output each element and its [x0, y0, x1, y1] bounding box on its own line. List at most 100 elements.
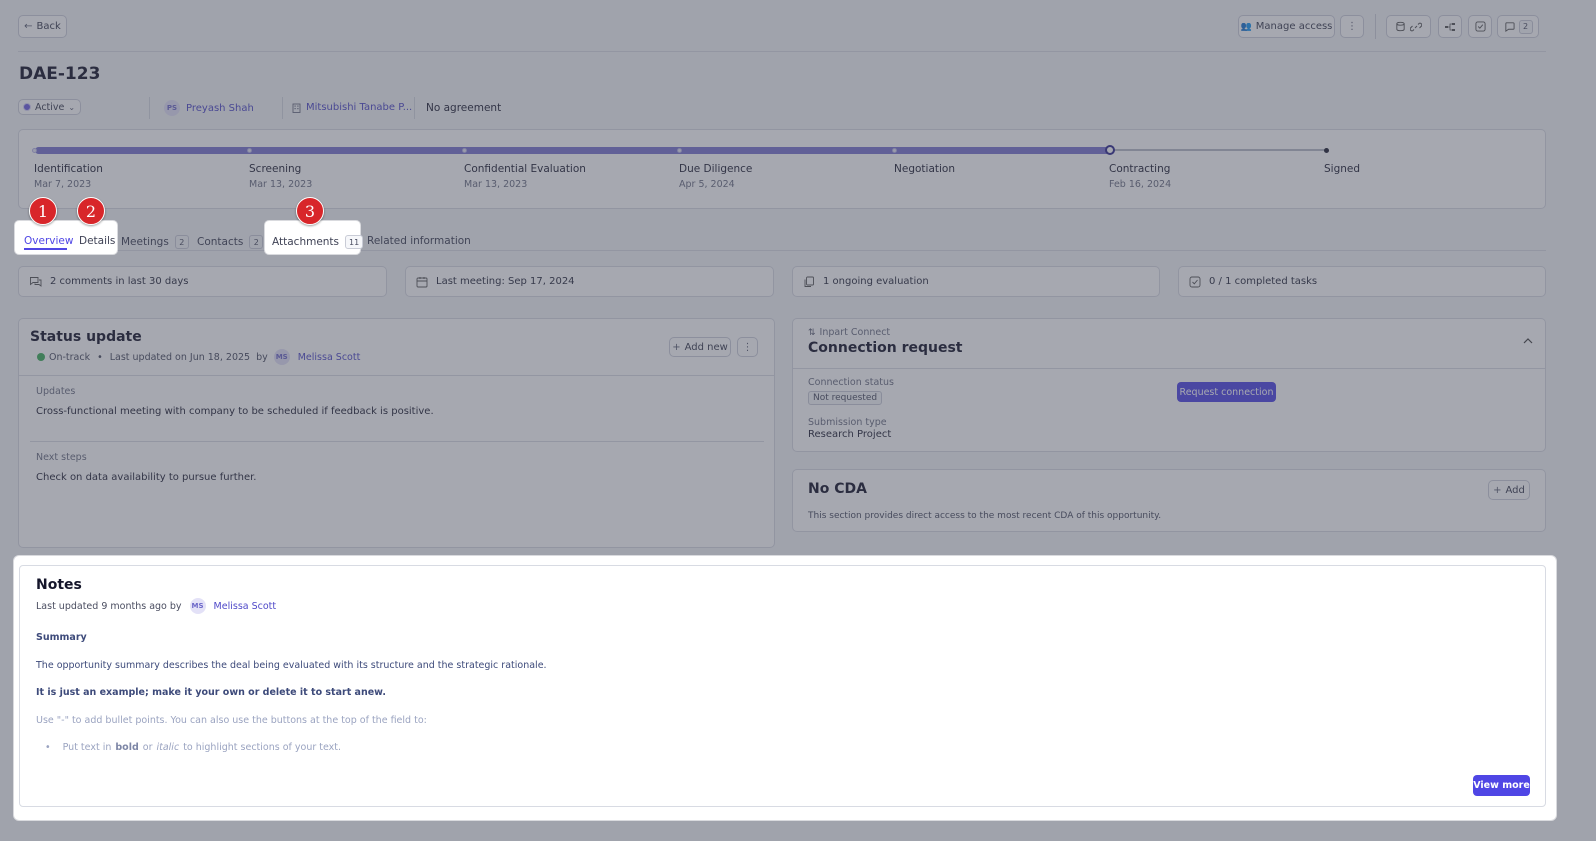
tab-meetings[interactable]: Meetings 2 [121, 235, 189, 249]
owner[interactable]: PS Preyash Shah [164, 100, 254, 116]
evaluation-text: 1 ongoing evaluation [823, 276, 929, 287]
status-update-title: Status update [30, 329, 142, 345]
workflow-button[interactable] [1438, 15, 1462, 38]
meta-divider [282, 97, 283, 119]
submission-type-label: Submission type [808, 417, 887, 428]
status-last-updated: Last updated on Jun 18, 2025 [109, 351, 251, 363]
notes-line: The opportunity summary describes the de… [36, 660, 547, 671]
stage-label: Confidential Evaluation [464, 163, 586, 175]
arrow-left-icon: ← [24, 21, 33, 32]
request-connection-button[interactable]: Request connection [1177, 382, 1276, 402]
evaluation-summary[interactable]: 1 ongoing evaluation [792, 266, 1160, 297]
notes-meta: Last updated 9 months ago by MS Melissa … [36, 598, 276, 614]
add-cda-button[interactable]: + Add [1488, 480, 1530, 500]
last-meeting-summary[interactable]: Last meeting: Sep 17, 2024 [405, 266, 774, 297]
bullet-prefix: Put text in [62, 742, 112, 753]
tab-count: 2 [174, 235, 189, 249]
comments-icon [29, 276, 42, 288]
add-cda-label: Add [1505, 484, 1525, 496]
status-author[interactable]: Melissa Scott [298, 352, 361, 363]
stage-dot-signed [1324, 148, 1329, 153]
status-header-divider [19, 375, 774, 376]
pipeline-card [18, 129, 1546, 209]
checkbox-icon [1474, 21, 1486, 32]
more-options-button[interactable]: ⋮ [1340, 15, 1364, 38]
marker-3: 3 [296, 197, 324, 225]
status-state: On-track [49, 351, 91, 363]
checkbox-icon [1189, 276, 1201, 288]
tab-details[interactable]: Details [79, 235, 115, 247]
cda-description: This section provides direct access to t… [808, 511, 1162, 521]
connection-status-badge: Not requested [808, 391, 883, 405]
manage-access-button[interactable]: 👥 Manage access [1238, 15, 1335, 38]
notes-author[interactable]: Melissa Scott [214, 601, 277, 612]
tasks-summary[interactable]: 0 / 1 completed tasks [1178, 266, 1546, 297]
comments-count: 2 [1518, 19, 1533, 34]
header-divider [18, 51, 1546, 52]
status-dropdown[interactable]: Active ⌄ [18, 99, 81, 115]
users-icon: 👥 [1240, 21, 1252, 32]
back-label: Back [36, 21, 61, 32]
collapse-toggle[interactable] [1521, 334, 1535, 348]
updates-text: Cross-functional meeting with company to… [36, 406, 434, 417]
toolbar-divider [1375, 14, 1376, 39]
tab-attachments[interactable]: Attachments 11 [272, 235, 364, 249]
owner-name: Preyash Shah [186, 102, 254, 114]
tab-contacts[interactable]: Contacts 2 [197, 235, 264, 249]
notes-line-hint: Use "-" to add bullet points. You can al… [36, 715, 427, 726]
updates-label: Updates [36, 386, 76, 397]
comments-summary[interactable]: 2 comments in last 30 days [18, 266, 387, 297]
company-link[interactable]: Mitsubishi Tanabe P... [292, 102, 412, 113]
last-meeting-text: Last meeting: Sep 17, 2024 [436, 276, 575, 287]
stage-dot-identification [32, 148, 37, 153]
view-more-button[interactable]: View more [1473, 775, 1530, 796]
bullet-or: or [142, 742, 153, 753]
connection-header-divider [793, 368, 1545, 369]
comments-summary-text: 2 comments in last 30 days [50, 276, 189, 287]
plus-icon: + [1493, 484, 1502, 496]
more-vertical-icon: ⋮ [1347, 21, 1357, 32]
stage-dot-due-diligence [677, 148, 682, 153]
bullet-dot: • [45, 742, 51, 753]
tab-label: Details [79, 235, 116, 247]
status-label: Active [35, 101, 65, 113]
stage-date: Mar 13, 2023 [464, 179, 528, 190]
data-link-button[interactable] [1386, 15, 1431, 38]
status-more-button[interactable]: ⋮ [737, 337, 758, 357]
cda-title: No CDA [808, 481, 867, 497]
tab-label: Overview [24, 235, 74, 247]
comment-icon [1504, 21, 1515, 32]
on-track-dot [37, 353, 45, 361]
status-update-meta: On-track • Last updated on Jun 18, 2025 … [37, 349, 360, 365]
stage-dot-negotiation [892, 148, 897, 153]
stage-dot-screening [247, 148, 252, 153]
stage-date: Mar 13, 2023 [249, 179, 313, 190]
meta-divider [149, 97, 150, 119]
cda-card [792, 469, 1546, 532]
stage-date: Apr 5, 2024 [679, 179, 735, 190]
tab-label: Attachments [272, 236, 340, 248]
comments-button[interactable]: 2 [1497, 15, 1539, 38]
stage-dot-confidential-evaluation [462, 148, 467, 153]
avatar: MS [189, 598, 206, 614]
stage-date: Mar 7, 2023 [34, 179, 92, 190]
tasks-button[interactable] [1468, 15, 1492, 38]
calendar-icon [416, 276, 428, 288]
bullet-italic: italic [156, 742, 180, 753]
company-name: Mitsubishi Tanabe P... [306, 102, 413, 113]
bullet-bold: bold [115, 742, 139, 753]
tab-overview[interactable]: Overview [24, 235, 73, 247]
tab-related-information[interactable]: Related information [367, 235, 471, 247]
stage-dot-contracting-current [1105, 145, 1115, 155]
connection-request-card [792, 318, 1546, 452]
stage-label: Screening [249, 163, 302, 175]
stage-label: Due Diligence [679, 163, 753, 175]
tabs-divider [18, 250, 1546, 251]
more-vertical-icon: ⋮ [742, 341, 753, 353]
add-new-button[interactable]: + Add new [669, 337, 731, 357]
tasks-text: 0 / 1 completed tasks [1209, 276, 1318, 287]
tab-label: Contacts [197, 236, 244, 248]
hierarchy-icon [1444, 21, 1456, 33]
back-button[interactable]: ← Back [18, 15, 67, 38]
building-icon [292, 103, 301, 113]
